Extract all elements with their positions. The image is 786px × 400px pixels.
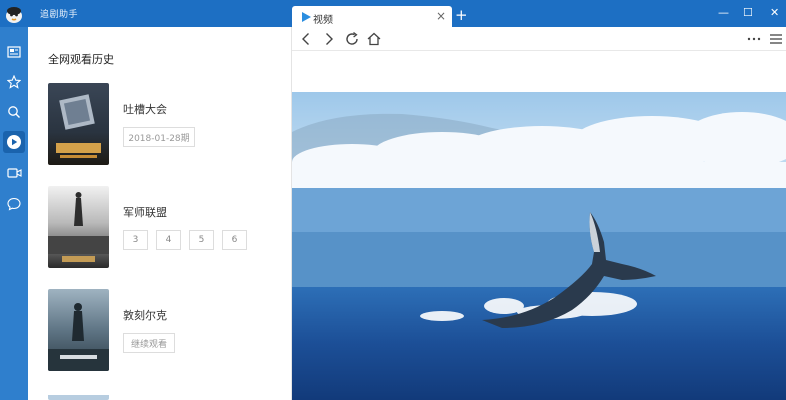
chat-icon [7,197,21,211]
title-bar: 追剧助手 视频 × + — ☐ ✕ [0,0,786,28]
poster-image-3 [48,289,109,371]
rail-news-button[interactable] [3,41,25,63]
maximize-button[interactable]: ☐ [743,6,753,20]
rail-favorites-button[interactable] [3,71,25,93]
item-title-3[interactable]: 敦刻尔克 [123,307,167,323]
rail-chat-button[interactable] [3,193,25,215]
episode-chip[interactable]: 6 [222,230,247,250]
poster-image-1 [48,83,109,165]
poster-2[interactable] [48,186,109,268]
video-play-icon [302,12,311,22]
history-panel: 全网观看历史 吐槽大会 2018-01-28期 军师联盟 3 4 5 6 敦刻尔… [28,27,292,400]
episode-chip[interactable]: 4 [156,230,181,250]
resume-button[interactable]: 继续观看 [123,333,175,353]
menu-icon[interactable] [768,31,784,47]
browser-content [292,52,786,400]
panel-title: 全网观看历史 [48,53,114,66]
poster-image-4 [48,395,109,400]
refresh-icon[interactable] [344,31,360,47]
search-icon [8,106,20,118]
home-icon[interactable] [366,31,382,47]
close-button[interactable]: ✕ [770,6,779,20]
minimize-button[interactable]: — [718,6,729,20]
video-camera-icon [6,168,22,178]
rail-play-button[interactable] [3,131,25,153]
star-icon [7,75,21,89]
item-title-2[interactable]: 军师联盟 [123,204,167,220]
rail-search-button[interactable] [3,101,25,123]
news-icon [7,46,21,58]
episode-chip[interactable]: 3 [123,230,148,250]
poster-3[interactable] [48,289,109,371]
forward-icon[interactable] [321,31,337,47]
browser-toolbar [292,27,786,51]
poster-1[interactable] [48,83,109,165]
app-logo-icon [6,7,22,23]
new-tab-button[interactable]: + [455,8,468,23]
tab-close-button[interactable]: × [436,9,446,23]
item-title-1[interactable]: 吐槽大会 [123,101,167,117]
tab-label: 视频 [313,15,333,26]
poster-4[interactable] [48,392,109,400]
icon-rail [0,27,28,400]
rail-video-button[interactable] [3,162,25,184]
back-icon[interactable] [298,31,314,47]
more-icon[interactable] [746,31,762,47]
play-icon [7,135,21,149]
episode-chip[interactable]: 5 [189,230,214,250]
episode-chip[interactable]: 2018-01-28期 [123,127,195,147]
whale-photo [292,92,786,400]
app-title: 追剧助手 [40,10,79,20]
tab-video[interactable]: 视频 × [292,6,452,28]
poster-image-2 [48,186,109,268]
